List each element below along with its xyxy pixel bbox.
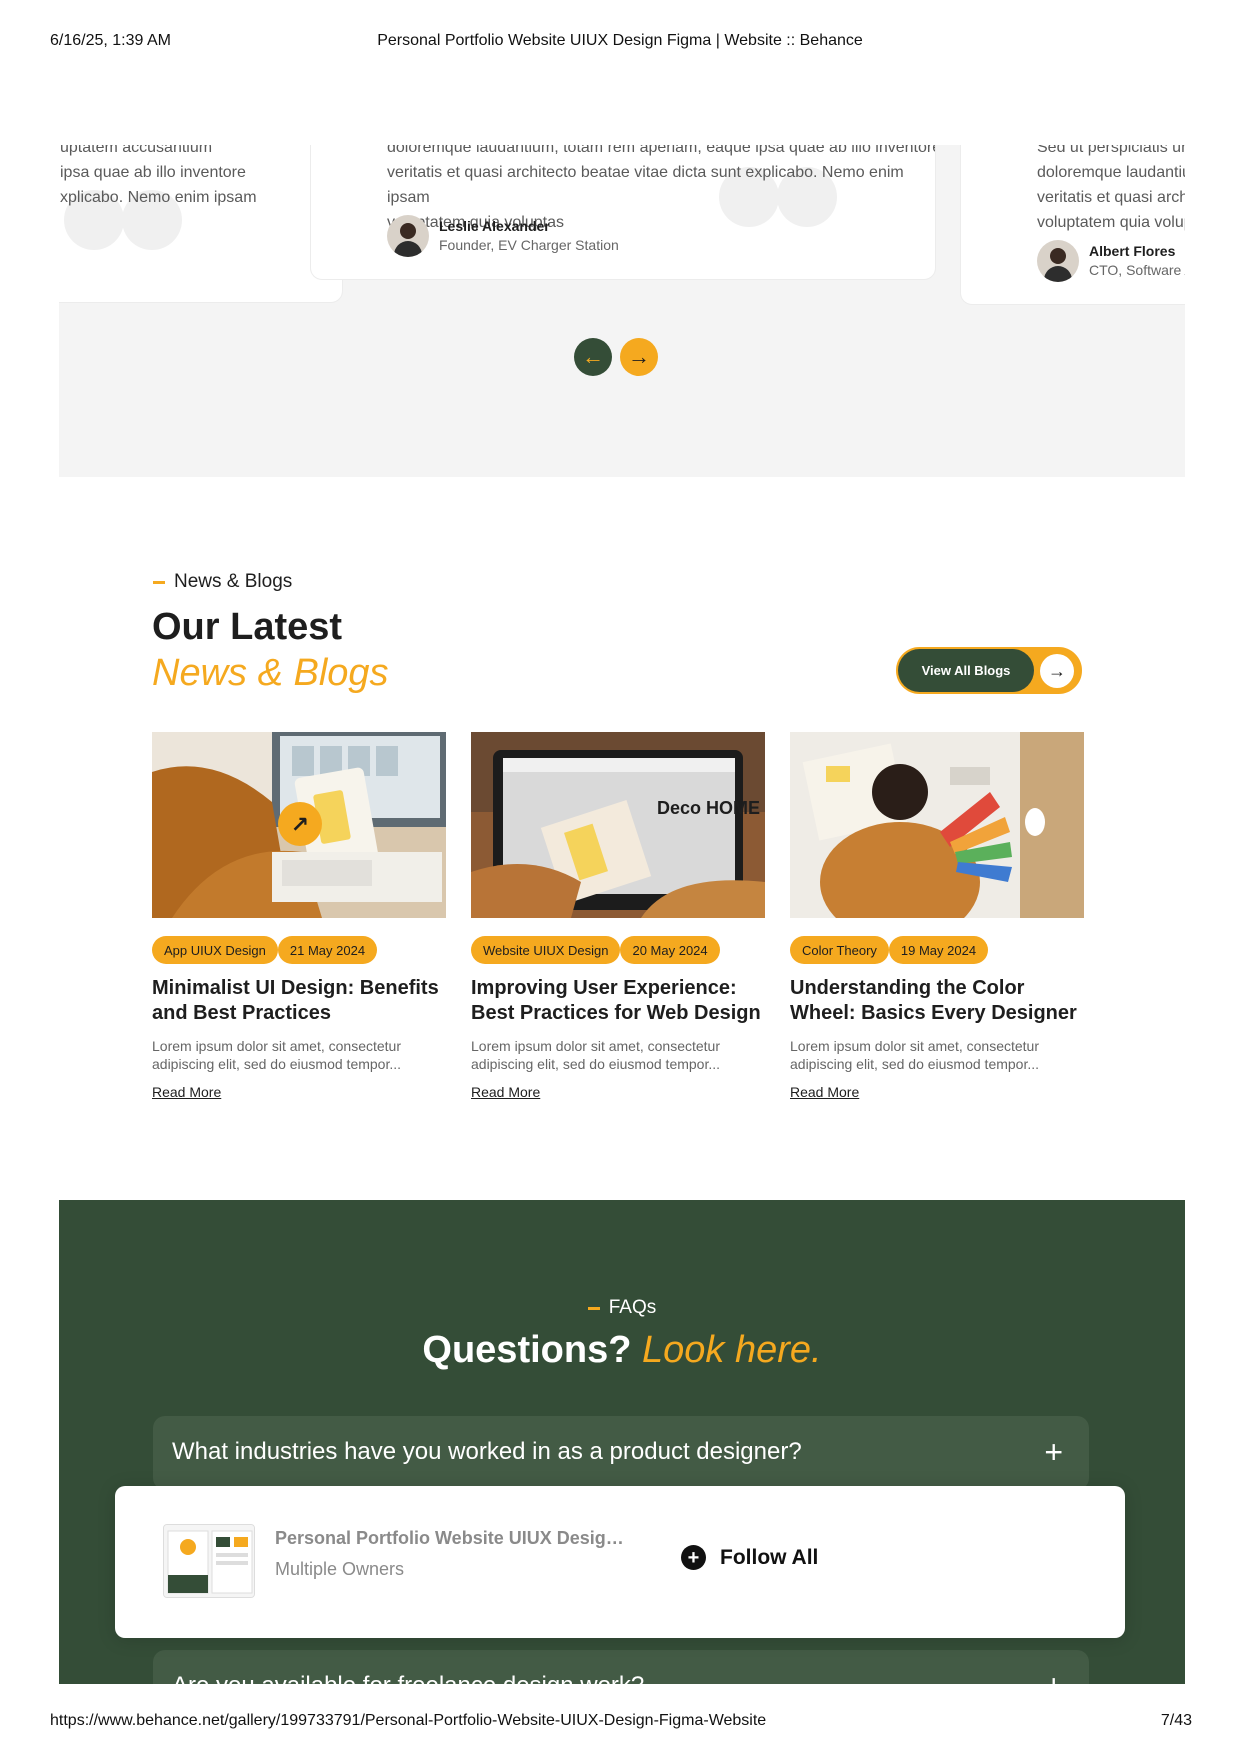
author-role: CTO, Software Agency	[1089, 262, 1185, 278]
project-owners[interactable]: Multiple Owners	[275, 1559, 404, 1580]
plus-circle-icon: +	[681, 1545, 706, 1570]
blog-excerpt: Lorem ipsum dolor sit amet, consectetur …	[471, 1038, 721, 1072]
testimonial-card: doloremque laudantium, totam rem aperiam…	[310, 145, 936, 280]
author-name: Albert Flores	[1089, 243, 1176, 259]
print-header: 6/16/25, 1:39 AM Personal Portfolio Webs…	[0, 0, 1240, 60]
faq-eyebrow-label: FAQs	[608, 1297, 657, 1318]
testimonial-card: uptatem accusantium ipsa quae ab illo in…	[59, 145, 343, 303]
project-thumbnail[interactable]	[163, 1524, 255, 1598]
blog-image: Deco HOME	[471, 732, 765, 918]
faq-heading: Questions? Look here.	[59, 1325, 1185, 1375]
blogs-eyebrow-label: News & Blogs	[174, 571, 293, 592]
date-badge: 20 May 2024	[620, 936, 720, 964]
testimonials-section: uptatem accusantium ipsa quae ab illo in…	[59, 145, 1185, 477]
blog-card[interactable]: ↗ App UIUX Design 21 May 2024 Minimalist…	[152, 732, 446, 1112]
date-badge: 21 May 2024	[277, 936, 378, 964]
faq-item[interactable]: Are you available for freelance design w…	[153, 1650, 1089, 1684]
blog-card[interactable]: Color Theory 19 May 2024 Understanding t…	[790, 732, 1084, 1112]
blog-tags: App UIUX Design 21 May 2024	[152, 936, 378, 964]
testimonial-text: Sed ut perspiciatis unde om doloremque l…	[1037, 145, 1185, 231]
faq-item[interactable]: What industries have you worked in as a …	[153, 1416, 1089, 1490]
blog-title[interactable]: Improving User Experience: Best Practice…	[471, 976, 765, 1026]
date-badge: 19 May 2024	[888, 936, 989, 964]
testimonial-author: Albert Flores CTO, Software Agency	[1037, 240, 1185, 282]
blog-image: ↗	[152, 732, 446, 918]
blog-excerpt: Lorem ipsum dolor sit amet, consectetur …	[790, 1038, 1040, 1072]
follow-bar: Personal Portfolio Website UIUX Design F…	[115, 1486, 1125, 1638]
arrow-right-icon[interactable]: →	[620, 338, 658, 376]
testimonial-text: uptatem accusantium ipsa quae ab illo in…	[60, 145, 257, 206]
faq-question: Are you available for freelance design w…	[172, 1672, 644, 1684]
blog-title[interactable]: Understanding the Color Wheel: Basics Ev…	[790, 976, 1084, 1026]
read-more-link[interactable]: Read More	[471, 1084, 540, 1100]
blogs-eyebrow: News & Blogs	[153, 571, 292, 593]
faq-heading-accent: Look here.	[642, 1329, 822, 1371]
testimonials-top	[59, 60, 1185, 145]
print-footer: https://www.behance.net/gallery/19973379…	[0, 1712, 1240, 1742]
category-badge[interactable]: App UIUX Design	[152, 936, 278, 964]
arrow-left-icon[interactable]: ←	[574, 338, 612, 376]
avatar	[387, 215, 429, 257]
read-more-link[interactable]: Read More	[152, 1084, 221, 1100]
testimonial-card: Sed ut perspiciatis unde om doloremque l…	[960, 145, 1185, 305]
screen-text: Deco HOME	[657, 798, 760, 818]
category-badge[interactable]: Website UIUX Design	[471, 936, 621, 964]
faq-question: What industries have you worked in as a …	[172, 1438, 802, 1465]
category-badge[interactable]: Color Theory	[790, 936, 889, 964]
eyebrow-dash	[153, 580, 165, 584]
faq-heading-white: Questions?	[422, 1329, 632, 1371]
blog-image	[790, 732, 1084, 918]
blog-title[interactable]: Minimalist UI Design: Benefits and Best …	[152, 976, 446, 1026]
print-title: Personal Portfolio Website UIUX Design F…	[377, 32, 863, 49]
plus-icon[interactable]: +	[1044, 1670, 1063, 1684]
view-all-blogs-label: View All Blogs	[898, 649, 1034, 692]
svg-text:↗: ↗	[291, 813, 309, 838]
follow-all-button[interactable]: + Follow All	[681, 1545, 818, 1570]
plus-icon[interactable]: +	[1044, 1436, 1063, 1468]
read-more-link[interactable]: Read More	[790, 1084, 859, 1100]
print-url: https://www.behance.net/gallery/19973379…	[50, 1712, 767, 1729]
project-title[interactable]: Personal Portfolio Website UIUX Design F…	[275, 1528, 625, 1549]
print-page-number: 7/43	[1160, 1712, 1192, 1729]
view-all-blogs-button[interactable]: View All Blogs →	[896, 647, 1082, 694]
blog-card[interactable]: Deco HOME Website UIUX Design 20 May 202…	[471, 732, 765, 1112]
avatar	[1037, 240, 1079, 282]
blog-tags: Color Theory 19 May 2024	[790, 936, 989, 964]
arrow-right-icon: →	[1040, 654, 1074, 688]
testimonial-author: Leslie Alexander Founder, EV Charger Sta…	[387, 215, 619, 257]
blogs-heading: Our Latest	[152, 606, 343, 648]
faq-eyebrow: FAQs	[59, 1297, 1185, 1319]
blog-tags: Website UIUX Design 20 May 2024	[471, 936, 720, 964]
eyebrow-dash	[587, 1306, 600, 1310]
follow-all-label: Follow All	[720, 1545, 819, 1569]
blog-excerpt: Lorem ipsum dolor sit amet, consectetur …	[152, 1038, 402, 1072]
author-role: Founder, EV Charger Station	[439, 237, 619, 253]
blogs-heading-accent: News & Blogs	[152, 652, 389, 694]
author-name: Leslie Alexander	[439, 218, 550, 234]
